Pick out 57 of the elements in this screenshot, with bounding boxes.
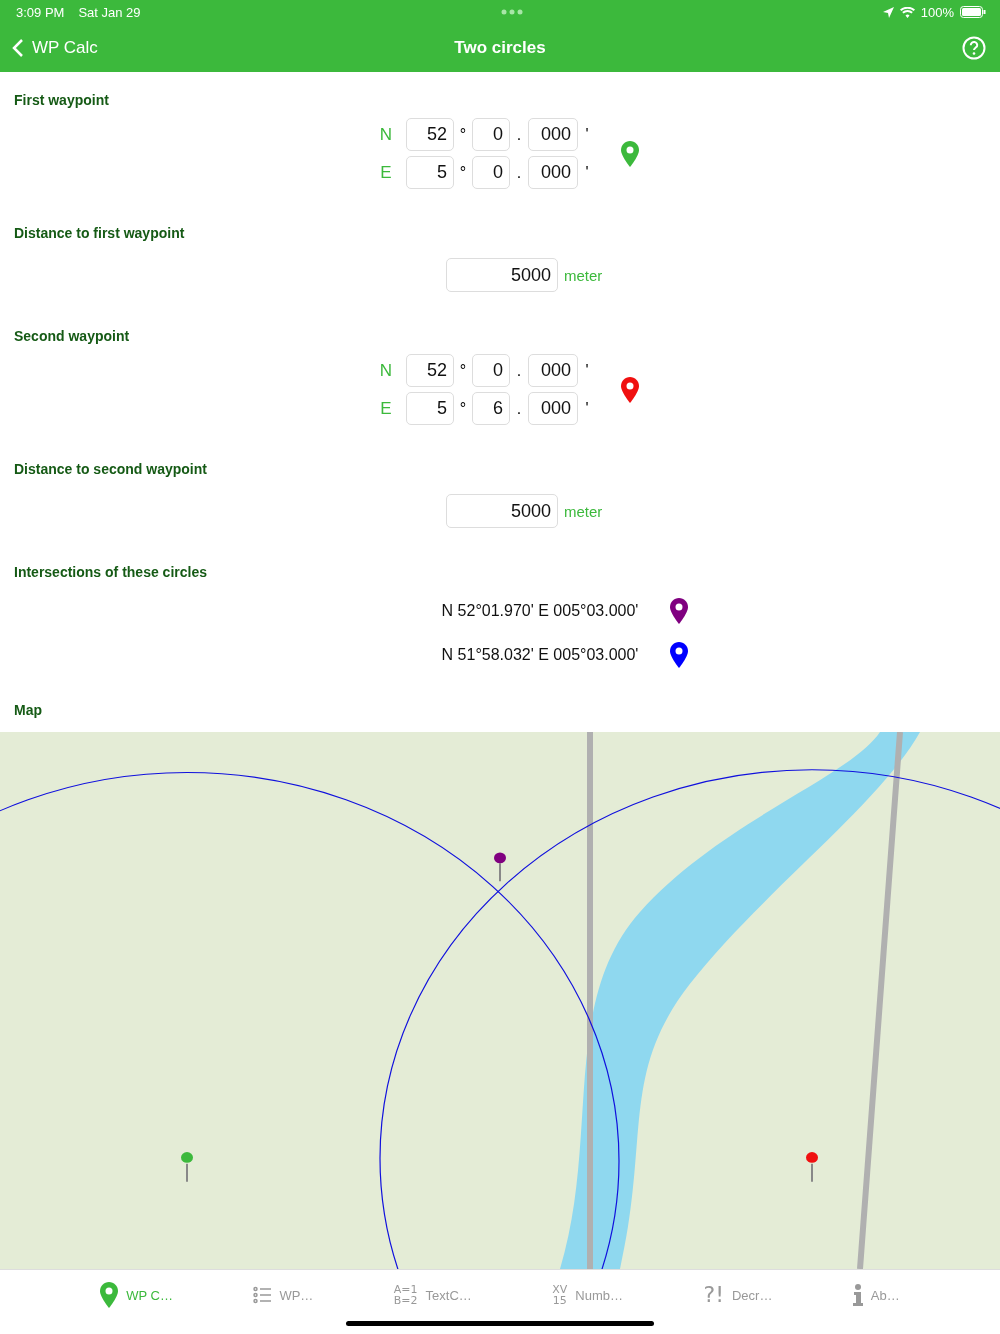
location-arrow-icon — [882, 6, 894, 18]
minute-sign: ' — [584, 163, 590, 182]
minutes-field[interactable]: 0 — [472, 156, 510, 189]
battery-percentage: 100% — [920, 4, 954, 20]
decimal-point: . — [515, 125, 523, 144]
map-drawing[interactable] — [0, 732, 1000, 1269]
decimal-point: . — [515, 361, 523, 380]
distance-field[interactable]: 5000 — [446, 494, 558, 528]
section-heading: Intersections of these circles — [14, 564, 207, 580]
tab-glyph-icon: ?! — [703, 1283, 724, 1307]
decimals-field[interactable]: 000 — [528, 392, 578, 425]
decimal-point: . — [515, 163, 523, 182]
hemisphere-label: E — [379, 162, 393, 183]
section-heading: Map — [14, 702, 42, 718]
degree-sign: ° — [459, 361, 467, 380]
tab-glyph-icon: A=1 B=2 — [393, 1284, 418, 1306]
decimals-field[interactable]: 000 — [528, 118, 578, 151]
battery-icon — [960, 6, 986, 18]
multitasking-dots-icon[interactable] — [500, 9, 523, 15]
status-time: 3:09 PM — [16, 4, 65, 20]
distance-field[interactable]: 5000 — [446, 258, 558, 292]
minute-sign: ' — [584, 361, 590, 380]
section-heading: Distance to second waypoint — [14, 461, 207, 477]
hemisphere-label: N — [378, 360, 394, 381]
section-heading: Distance to first waypoint — [14, 225, 185, 241]
degrees-field[interactable]: 52 — [406, 354, 454, 387]
decimals-field[interactable]: 000 — [528, 156, 578, 189]
unit-label: meter — [564, 502, 604, 520]
intersection-coordinates: N 51°58.032' E 005°03.000' — [441, 646, 639, 664]
degree-sign: ° — [459, 399, 467, 418]
decimals-field[interactable]: 000 — [528, 354, 578, 387]
unit-label: meter — [564, 266, 604, 284]
degrees-field[interactable]: 5 — [406, 156, 454, 189]
tab-glyph-icon: XV 15 — [552, 1284, 568, 1306]
help-icon[interactable] — [962, 36, 986, 60]
wifi-icon — [899, 6, 915, 18]
info-icon — [852, 1284, 863, 1306]
hemisphere-label: N — [378, 124, 394, 145]
degree-sign: ° — [459, 163, 467, 182]
section-heading: Second waypoint — [14, 328, 130, 344]
minutes-field[interactable]: 6 — [472, 392, 510, 425]
list-icon — [253, 1286, 272, 1304]
section-heading: First waypoint — [14, 92, 109, 108]
status-date: Sat Jan 29 — [78, 4, 141, 20]
map-pin-icon — [100, 1282, 119, 1308]
screen-title: Two circles — [454, 38, 546, 58]
minute-sign: ' — [584, 125, 590, 144]
hemisphere-label: E — [379, 398, 393, 419]
degrees-field[interactable]: 5 — [406, 392, 454, 425]
minutes-field[interactable]: 0 — [472, 118, 510, 151]
chevron-left-icon — [12, 38, 24, 58]
minute-sign: ' — [584, 399, 590, 418]
minutes-field[interactable]: 0 — [472, 354, 510, 387]
degree-sign: ° — [459, 125, 467, 144]
degrees-field[interactable]: 52 — [406, 118, 454, 151]
decimal-point: . — [515, 399, 523, 418]
intersection-coordinates: N 52°01.970' E 005°03.000' — [441, 602, 639, 620]
